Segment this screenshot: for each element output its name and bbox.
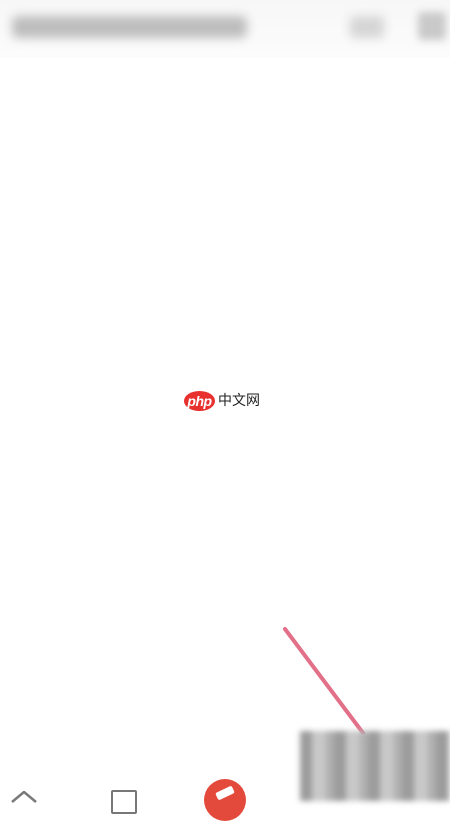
blurred-thumbnail[interactable] [300, 731, 450, 801]
action-button-icon[interactable] [204, 779, 246, 821]
php-logo: php [184, 391, 215, 411]
watermark-logo: php 中文网 [184, 389, 260, 413]
bottom-nav [0, 770, 300, 821]
site-name: 中文网 [218, 393, 260, 409]
home-icon[interactable] [10, 788, 38, 816]
top-bar [0, 0, 450, 58]
menu-icon[interactable] [350, 16, 384, 38]
box-icon[interactable] [111, 790, 137, 814]
top-bar-title [14, 14, 254, 36]
more-icon[interactable] [418, 12, 446, 40]
